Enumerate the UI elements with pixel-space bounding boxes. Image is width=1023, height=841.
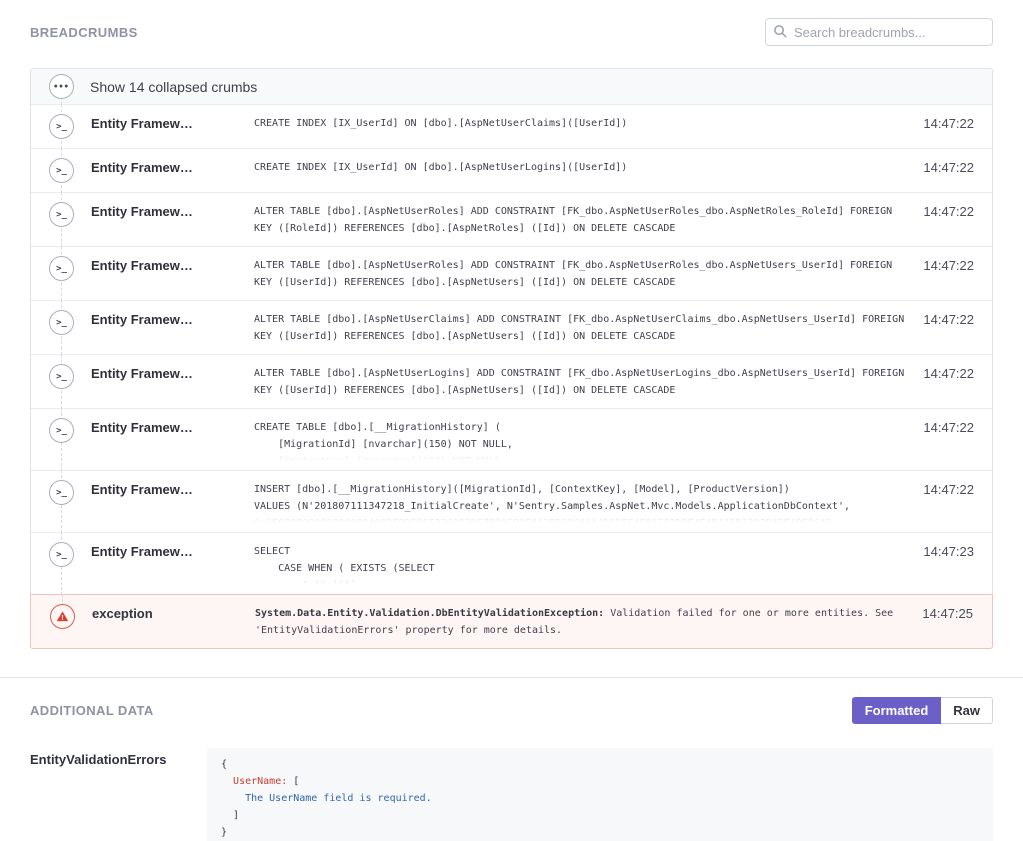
breadcrumbs-panel: ●●● Show 14 collapsed crumbs >_ Entity F… bbox=[30, 68, 993, 649]
additional-data-entries: EntityValidationErrors { UserName: [ The… bbox=[0, 748, 1023, 841]
crumb-message: INSERT [dbo].[__MigrationHistory]([Migra… bbox=[254, 480, 908, 523]
crumb-category: exception bbox=[92, 604, 255, 621]
crumb-type-icon: >_ bbox=[49, 114, 74, 139]
crumb-timestamp: 14:47:25 bbox=[917, 604, 973, 621]
breadcrumb-row-exception: >_ exception System.Data.Entity.Validati… bbox=[30, 594, 993, 649]
terminal-icon: >_ bbox=[56, 372, 67, 382]
search-input[interactable] bbox=[765, 18, 993, 46]
additional-data-title: ADDITIONAL DATA bbox=[30, 703, 154, 718]
crumb-timestamp: 14:47:22 bbox=[918, 256, 974, 273]
raw-button[interactable]: Raw bbox=[941, 697, 993, 724]
crumb-timestamp: 14:47:22 bbox=[918, 202, 974, 219]
terminal-icon: >_ bbox=[56, 122, 67, 132]
crumb-category: Entity Framew… bbox=[91, 418, 254, 435]
view-toggle: Formatted Raw bbox=[852, 697, 993, 724]
timeline-connector: >_ bbox=[49, 256, 91, 291]
crumb-timestamp: 14:47:22 bbox=[918, 364, 974, 381]
crumb-type-icon: >_ bbox=[49, 542, 74, 567]
crumb-type-icon: >_ bbox=[49, 202, 74, 227]
timeline-connector: >_ bbox=[49, 480, 91, 523]
terminal-icon: >_ bbox=[56, 166, 67, 176]
timeline-connector: >_ bbox=[49, 158, 91, 183]
breadcrumbs-search bbox=[765, 18, 993, 46]
warning-triangle-icon bbox=[56, 610, 69, 623]
additional-data-header: ADDITIONAL DATA Formatted Raw bbox=[30, 696, 993, 724]
section-divider bbox=[0, 677, 1023, 678]
crumb-timestamp: 14:47:22 bbox=[918, 310, 974, 327]
breadcrumb-row: >_ Entity Framew… INSERT [dbo].[__Migrat… bbox=[31, 470, 992, 532]
crumb-type-icon: >_ bbox=[49, 256, 74, 281]
additional-data-entry: EntityValidationErrors { UserName: [ The… bbox=[30, 748, 993, 841]
crumb-category: Entity Framew… bbox=[91, 202, 254, 219]
crumb-message: ALTER TABLE [dbo].[AspNetUserClaims] ADD… bbox=[254, 310, 908, 345]
crumb-category: Entity Framew… bbox=[91, 114, 254, 131]
breadcrumb-row: >_ Entity Framew… ALTER TABLE [dbo].[Asp… bbox=[31, 192, 992, 246]
timeline-connector: ●●● bbox=[49, 74, 73, 99]
terminal-icon: >_ bbox=[56, 210, 67, 220]
crumb-message: ALTER TABLE [dbo].[AspNetUserRoles] ADD … bbox=[254, 202, 908, 237]
crumb-timestamp: 14:47:22 bbox=[918, 480, 974, 497]
collapsed-crumbs-label: Show 14 collapsed crumbs bbox=[90, 79, 257, 95]
breadcrumb-row: >_ Entity Framew… CREATE TABLE [dbo].[__… bbox=[31, 408, 992, 470]
breadcrumb-row: >_ Entity Framew… SELECT CASE WHEN ( EXI… bbox=[31, 532, 992, 594]
ellipsis-icon: ●●● bbox=[49, 74, 74, 99]
crumb-type-icon: >_ bbox=[49, 310, 74, 335]
crumb-timestamp: 14:47:22 bbox=[918, 114, 974, 131]
crumb-category: Entity Framew… bbox=[91, 480, 254, 497]
crumb-category: Entity Framew… bbox=[91, 256, 254, 273]
crumb-message: System.Data.Entity.Validation.DbEntityVa… bbox=[255, 604, 907, 639]
terminal-icon: >_ bbox=[56, 550, 67, 560]
entry-value-code-block: { UserName: [ The UserName field is requ… bbox=[207, 748, 993, 841]
crumb-category: Entity Framew… bbox=[91, 158, 254, 175]
breadcrumb-row: >_ Entity Framew… ALTER TABLE [dbo].[Asp… bbox=[31, 300, 992, 354]
search-icon bbox=[773, 24, 788, 39]
crumb-type-icon: >_ bbox=[49, 158, 74, 183]
crumb-type-icon: >_ bbox=[50, 604, 75, 629]
terminal-icon: >_ bbox=[56, 426, 67, 436]
crumb-category: Entity Framew… bbox=[91, 310, 254, 327]
crumb-type-icon: >_ bbox=[49, 364, 74, 389]
terminal-icon: >_ bbox=[56, 264, 67, 274]
crumb-timestamp: 14:47:23 bbox=[918, 542, 974, 559]
timeline-connector: >_ bbox=[49, 202, 91, 237]
breadcrumbs-title: BREADCRUMBS bbox=[30, 25, 138, 40]
formatted-button[interactable]: Formatted bbox=[852, 697, 942, 724]
breadcrumb-row: >_ Entity Framew… ALTER TABLE [dbo].[Asp… bbox=[31, 354, 992, 408]
timeline-connector: >_ bbox=[49, 542, 91, 585]
breadcrumbs-header: BREADCRUMBS bbox=[0, 0, 1023, 46]
crumb-message: CREATE INDEX [IX_UserId] ON [dbo].[AspNe… bbox=[254, 114, 908, 132]
crumb-type-icon: >_ bbox=[49, 480, 74, 505]
crumb-message: SELECT CASE WHEN ( EXISTS (SELECT 1 AS [… bbox=[254, 542, 908, 585]
timeline-connector: >_ bbox=[49, 364, 91, 399]
crumb-message: ALTER TABLE [dbo].[AspNetUserRoles] ADD … bbox=[254, 256, 908, 291]
breadcrumb-row: >_ Entity Framew… ALTER TABLE [dbo].[Asp… bbox=[31, 246, 992, 300]
terminal-icon: >_ bbox=[56, 318, 67, 328]
crumb-timestamp: 14:47:22 bbox=[918, 158, 974, 175]
event-detail-page: BREADCRUMBS ●●● Show 14 collapsed crumbs… bbox=[0, 0, 1023, 841]
timeline-connector: >_ bbox=[49, 418, 91, 461]
timeline-connector: >_ bbox=[50, 604, 92, 639]
timeline-connector: >_ bbox=[49, 114, 91, 139]
timeline-connector: >_ bbox=[49, 310, 91, 345]
breadcrumb-row: >_ Entity Framew… CREATE INDEX [IX_UserI… bbox=[31, 105, 992, 148]
terminal-icon: >_ bbox=[56, 488, 67, 498]
crumb-message: CREATE INDEX [IX_UserId] ON [dbo].[AspNe… bbox=[254, 158, 908, 176]
crumb-category: Entity Framew… bbox=[91, 364, 254, 381]
crumb-message: CREATE TABLE [dbo].[__MigrationHistory] … bbox=[254, 418, 908, 461]
breadcrumb-list: >_ Entity Framew… CREATE INDEX [IX_UserI… bbox=[31, 105, 992, 649]
entry-key: EntityValidationErrors bbox=[30, 748, 207, 841]
show-collapsed-crumbs-button[interactable]: ●●● Show 14 collapsed crumbs bbox=[31, 69, 992, 105]
crumb-message: ALTER TABLE [dbo].[AspNetUserLogins] ADD… bbox=[254, 364, 908, 399]
crumb-timestamp: 14:47:22 bbox=[918, 418, 974, 435]
crumb-category: Entity Framew… bbox=[91, 542, 254, 559]
breadcrumb-row: >_ Entity Framew… CREATE INDEX [IX_UserI… bbox=[31, 148, 992, 192]
crumb-type-icon: >_ bbox=[49, 418, 74, 443]
